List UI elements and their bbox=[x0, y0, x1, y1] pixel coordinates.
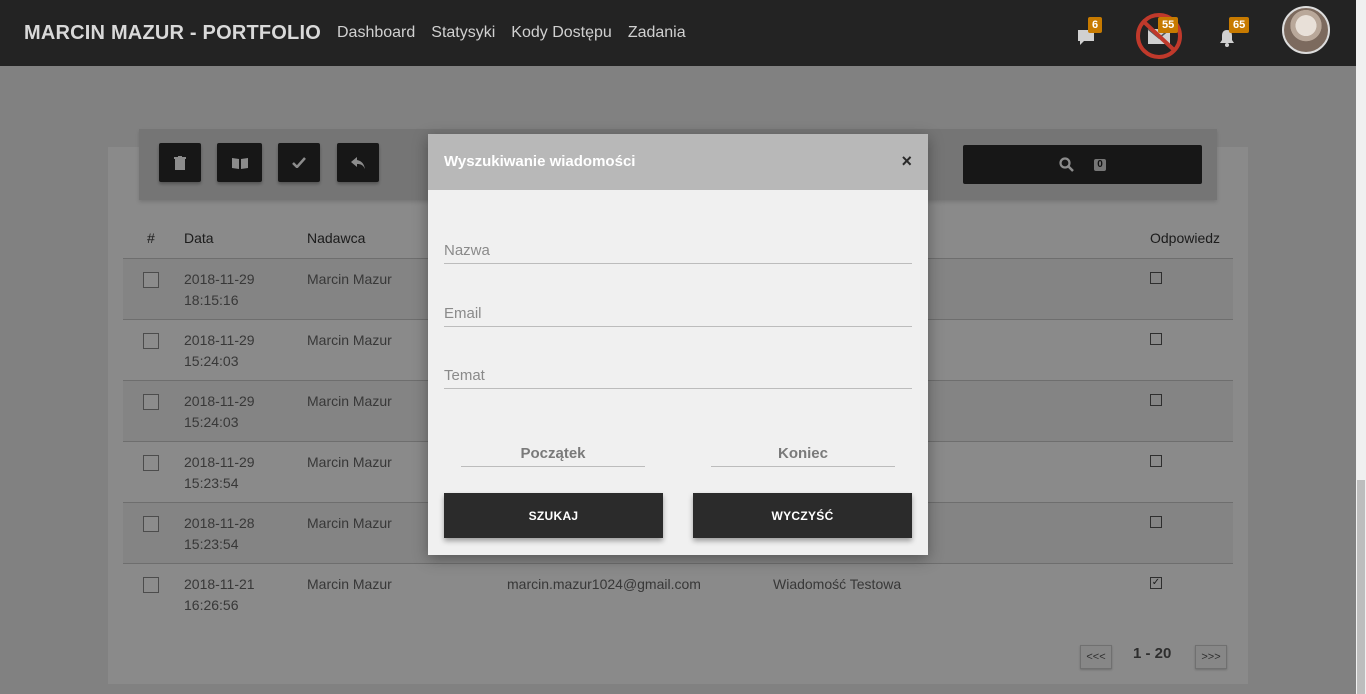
modal-header: Wyszukiwanie wiadomości × bbox=[428, 134, 928, 190]
mail-badge: 55 bbox=[1158, 17, 1179, 33]
clear-button[interactable]: WYCZYŚĆ bbox=[693, 493, 912, 538]
messages-badge: 6 bbox=[1088, 17, 1103, 33]
mail-button[interactable]: 55 bbox=[1134, 12, 1184, 60]
nav-links: Dashboard Statysyki Kody Dostępu Zadania bbox=[337, 24, 702, 42]
modal-title: Wyszukiwanie wiadomości bbox=[444, 153, 636, 170]
end-date-field[interactable]: Koniec bbox=[711, 445, 895, 467]
start-date-field[interactable]: Początek bbox=[461, 445, 645, 467]
close-icon[interactable]: × bbox=[901, 151, 912, 172]
messages-button[interactable]: 6 bbox=[1074, 17, 1104, 50]
nav-link-statystyki[interactable]: Statysyki bbox=[431, 24, 495, 42]
user-avatar[interactable] bbox=[1282, 6, 1330, 54]
search-messages-modal: Wyszukiwanie wiadomości × Nazwa Email Te… bbox=[428, 134, 928, 555]
subject-field-label: Temat bbox=[444, 367, 485, 384]
notifications-badge: 65 bbox=[1229, 17, 1250, 33]
email-field[interactable]: Email bbox=[444, 305, 912, 327]
search-button[interactable]: SZUKAJ bbox=[444, 493, 663, 538]
nav-link-kody-dostepu[interactable]: Kody Dostępu bbox=[511, 24, 612, 42]
nav-link-dashboard[interactable]: Dashboard bbox=[337, 24, 415, 42]
name-field-label: Nazwa bbox=[444, 242, 490, 259]
brand-title[interactable]: MARCIN MAZUR - PORTFOLIO bbox=[24, 22, 321, 45]
notifications-button[interactable]: 65 bbox=[1217, 17, 1253, 50]
name-field[interactable]: Nazwa bbox=[444, 242, 912, 264]
nav-link-zadania[interactable]: Zadania bbox=[628, 24, 686, 42]
subject-field[interactable]: Temat bbox=[444, 367, 912, 389]
page-scrollbar-thumb[interactable] bbox=[1357, 480, 1365, 694]
email-field-label: Email bbox=[444, 305, 482, 322]
